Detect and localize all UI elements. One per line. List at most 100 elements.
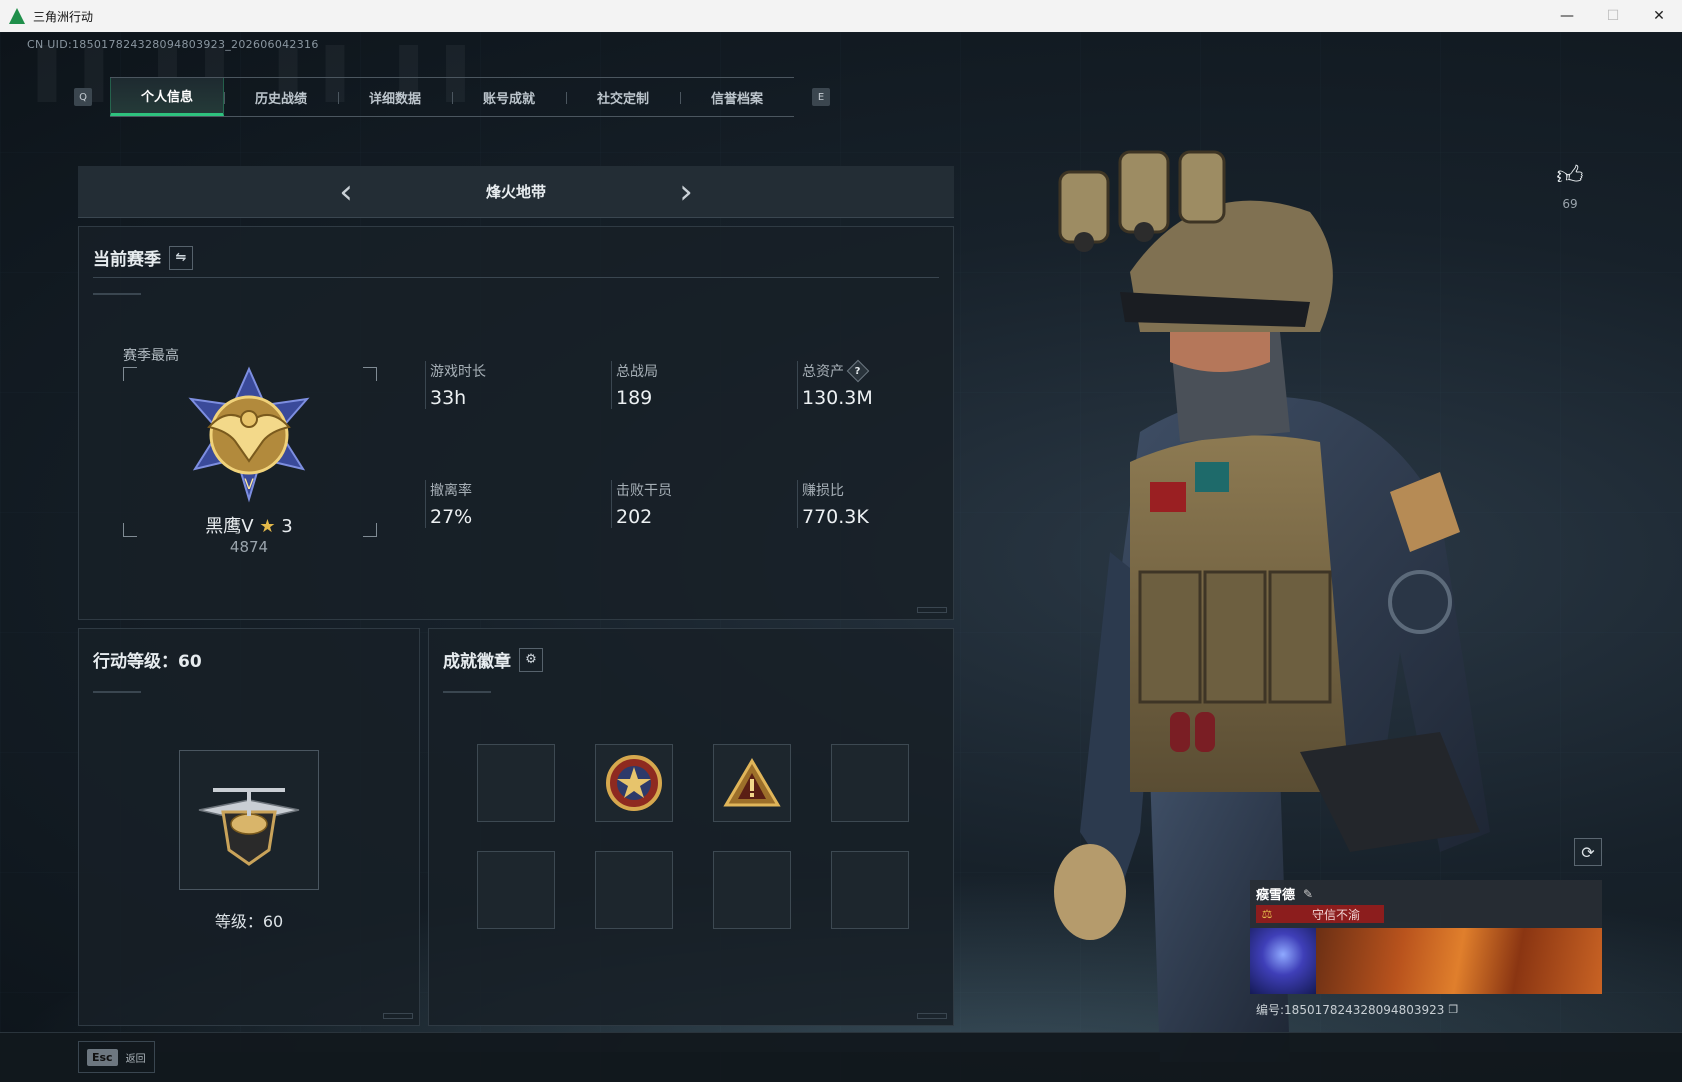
panel-decoration [917, 1013, 947, 1019]
tab-bar: 个人信息 历史战绩 详细数据 账号成就 社交定制 信誉档案 [110, 77, 794, 117]
current-season-panel: 当前赛季 ⇋ 赛季最高 V 黑鹰Ⅴ ★ 3 4874 游戏时长 33h 总战局 [78, 226, 954, 620]
season-heading-row: 当前赛季 ⇋ [93, 245, 193, 270]
stat-value: 202 [616, 506, 653, 528]
window-controls: — ☐ ✕ [1544, 0, 1682, 32]
stat-label: 赚损比 [802, 483, 844, 499]
back-button[interactable]: Esc 返回 [78, 1041, 155, 1073]
help-icon[interactable]: ? [846, 359, 870, 383]
copy-icon[interactable]: ❐ [1448, 1003, 1458, 1016]
game-profile-screen: ▌▌ ▌▌ ▌▌ ▌▌ CN UID:185017824328094803923… [0, 32, 1682, 1082]
divider [93, 691, 141, 693]
stat-total-assets: 总资产 ? 130.3M [797, 359, 967, 409]
stat-label-row: 总资产 ? [802, 359, 967, 383]
helicopter-badge-icon [198, 788, 300, 866]
close-button[interactable]: ✕ [1636, 0, 1682, 32]
star-medal-badge-icon [606, 755, 662, 811]
tab-detailed-data[interactable]: 详细数据 [338, 78, 452, 116]
tab-credit-record[interactable]: 信誉档案 [680, 78, 794, 116]
frame-corner [123, 367, 137, 381]
tab-prev-key[interactable]: Q [74, 88, 92, 106]
badge-slot-empty[interactable] [831, 851, 909, 929]
settings-gear-icon[interactable]: ⚙ [519, 647, 543, 672]
minimize-button[interactable]: — [1544, 0, 1590, 32]
stat-label: 击败干员 [616, 483, 672, 499]
divider [443, 691, 491, 693]
divider [93, 293, 141, 295]
stat-value: 130.3M [802, 387, 873, 409]
edit-pen-icon[interactable]: ✎ [1303, 887, 1313, 901]
player-id: 编号:185017824328094803923 [1256, 1002, 1445, 1017]
rank-name: 黑鹰Ⅴ [205, 516, 254, 537]
badge-slot-empty[interactable] [477, 744, 555, 822]
mode-title: 烽火地带 [485, 183, 546, 201]
achievement-badges-panel: 成就徽章 ⚙ [428, 628, 954, 1026]
refresh-icon[interactable]: ⟳ [1574, 838, 1602, 866]
avatar [1250, 928, 1316, 994]
switch-season-icon[interactable]: ⇋ [169, 245, 193, 270]
stat-value: 770.3K [802, 506, 869, 528]
stat-extract-rate: 撤离率 27% [425, 480, 595, 528]
panel-decoration [917, 607, 947, 613]
esc-key: Esc [87, 1048, 118, 1066]
main-tabs: Q 个人信息 历史战绩 详细数据 账号成就 社交定制 信誉档案 E [74, 77, 830, 117]
stat-value: 27% [430, 506, 473, 528]
card-header: 瘊雪德 ✎ ⚖ 守信不渝 [1250, 880, 1602, 928]
help-icon-glyph: ? [855, 365, 861, 377]
rank-score: 4874 [229, 538, 269, 556]
tab-social-custom[interactable]: 社交定制 [566, 78, 680, 116]
svg-text:V: V [244, 477, 254, 493]
uid-line: CN UID:185017824328094803923_20260604231… [27, 38, 319, 51]
badge-slot[interactable] [713, 744, 791, 822]
panel-decoration [383, 1013, 413, 1019]
card-images [1250, 928, 1602, 994]
window-titlebar: 三角洲行动 — ☐ ✕ [0, 0, 1682, 32]
thumbs-up-icon[interactable]: 👍︎ [1554, 160, 1586, 191]
player-name: 瘊雪德 [1256, 888, 1296, 903]
bottom-bar: Esc 返回 [0, 1032, 1682, 1082]
app-logo-icon [9, 8, 25, 24]
level-text: 等级：60 [214, 912, 284, 931]
window-title: 三角洲行动 [33, 9, 94, 24]
player-id-row: 编号:185017824328094803923 ❐ [1250, 994, 1602, 1024]
badge-slot-empty[interactable] [713, 851, 791, 929]
stat-total-matches: 总战局 189 [611, 361, 781, 409]
stat-kills: 击败干员 202 [611, 480, 781, 528]
stat-label: 总资产 [802, 364, 844, 380]
stat-value: 33h [430, 387, 467, 409]
badge-slot-empty[interactable] [595, 851, 673, 929]
card-banner-image [1316, 928, 1602, 994]
tab-personal-info[interactable]: 个人信息 [110, 78, 224, 116]
rank-name-row: 黑鹰Ⅴ ★ 3 [169, 512, 329, 538]
stat-label: 总战局 [616, 364, 658, 380]
mode-next-button[interactable]: › [666, 175, 706, 209]
stat-profit-ratio: 赚损比 770.3K [797, 480, 967, 528]
mode-prev-button[interactable]: ‹ [326, 175, 366, 209]
triangle-warning-badge-icon [723, 758, 781, 807]
rank-stars: 3 [281, 516, 293, 537]
star-icon: ★ [259, 516, 276, 537]
stat-value: 189 [616, 387, 653, 409]
stat-play-time: 游戏时长 33h [425, 361, 595, 409]
tab-next-key[interactable]: E [812, 88, 830, 106]
black-hawk-rank-emblem-icon: V [188, 366, 310, 503]
tab-history[interactable]: 历史战绩 [224, 78, 338, 116]
tab-account-achievements[interactable]: 账号成就 [452, 78, 566, 116]
badge-slot[interactable] [595, 744, 673, 822]
operation-level-panel: 行动等级：60 等级：60 [78, 628, 420, 1026]
like-widget[interactable]: 👍︎ 69 [1554, 160, 1586, 211]
stat-label: 撤离率 [430, 483, 472, 499]
level-heading: 行动等级：60 [93, 652, 202, 672]
achievements-heading-row: 成就徽章 ⚙ [443, 647, 543, 672]
achievements-heading: 成就徽章 [443, 652, 511, 672]
maximize-button[interactable]: ☐ [1590, 0, 1636, 32]
stat-label: 游戏时长 [430, 364, 486, 380]
mode-selector: ‹ 烽火地带 › [78, 166, 954, 218]
badge-slot-empty[interactable] [831, 744, 909, 822]
frame-corner [123, 523, 137, 537]
badge-slot-empty[interactable] [477, 851, 555, 929]
divider [93, 277, 939, 278]
like-count: 69 [1562, 197, 1578, 211]
frame-corner [363, 523, 377, 537]
season-peak-label: 赛季最高 [123, 348, 179, 364]
player-card[interactable]: 瘊雪德 ✎ ⚖ 守信不渝 编号:185017824328094803923 ❐ [1250, 880, 1602, 1042]
